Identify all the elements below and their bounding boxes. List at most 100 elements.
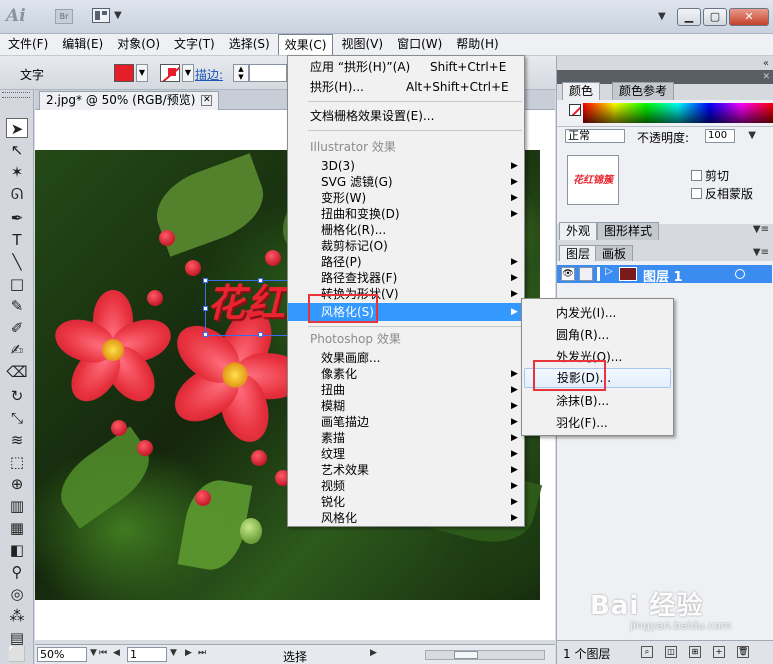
menu-item-artistic[interactable]: 艺术效果 ▶ — [288, 462, 524, 478]
menu-item-brush-strokes[interactable]: 画笔描边 ▶ — [288, 414, 524, 430]
menu-item-pixelate[interactable]: 像素化 ▶ — [288, 366, 524, 382]
workspace-dropdown-icon[interactable]: ▼ — [658, 11, 666, 22]
next-artboard-icon[interactable]: ▶ — [185, 648, 192, 658]
symbol-sprayer-tool-icon[interactable]: ⁂ — [6, 606, 28, 626]
opacity-dropdown-icon[interactable]: ▼ — [748, 130, 756, 141]
status-menu-icon[interactable]: ▶ — [370, 648, 377, 658]
menu-object[interactable]: 对象(O) — [111, 34, 166, 55]
layers-menu-icon[interactable]: ▼≡ — [753, 247, 769, 258]
zoom-field[interactable]: 50% — [37, 647, 87, 662]
last-artboard-icon[interactable]: ⏭ — [198, 648, 206, 658]
new-sublayer-icon[interactable]: ⊞ — [689, 646, 701, 658]
menu-item-effect-gallery[interactable]: 效果画廊... — [288, 350, 524, 366]
clip-checkbox[interactable]: 剪切 — [691, 167, 729, 184]
arrange-documents-icon[interactable] — [92, 8, 110, 23]
tools-grip[interactable] — [2, 92, 30, 98]
menu-select[interactable]: 选择(S) — [223, 34, 276, 55]
maximize-button[interactable]: ▢ — [703, 8, 727, 26]
rectangle-tool-icon[interactable]: □ — [6, 274, 28, 294]
menu-item-sharpen[interactable]: 锐化 ▶ — [288, 494, 524, 510]
blob-brush-tool-icon[interactable]: ✍ — [6, 340, 28, 360]
warp-tool-icon[interactable]: ≋ — [6, 430, 28, 450]
menu-apply-last-effect[interactable]: 应用 “拱形(H)”(A) Shift+Ctrl+E — [288, 59, 524, 75]
locate-object-icon[interactable]: ⌕ — [641, 646, 653, 658]
close-document-icon[interactable]: ✕ — [201, 95, 213, 106]
menu-item-rasterize[interactable]: 栅格化(R)... — [288, 222, 524, 238]
graph-tool-icon[interactable]: ▥ — [6, 496, 28, 516]
menu-type[interactable]: 文字(T) — [168, 34, 221, 55]
horizontal-scrollbar[interactable] — [425, 650, 545, 660]
menu-item-3d[interactable]: 3D(3) ▶ — [288, 158, 524, 174]
stroke-label[interactable]: 描边: — [195, 66, 223, 83]
menu-raster-settings[interactable]: 文档栅格效果设置(E)... — [288, 108, 524, 124]
first-artboard-icon[interactable]: ⏮ — [99, 648, 107, 658]
delete-layer-icon[interactable]: 🗑 — [737, 646, 749, 658]
fill-dropdown[interactable]: ▼ — [136, 64, 148, 82]
fill-swatch[interactable] — [114, 64, 134, 82]
eraser-tool-icon[interactable]: ⌫ — [6, 362, 28, 382]
menu-item-crop-marks[interactable]: 裁剪标记(O) — [288, 238, 524, 254]
invert-mask-checkbox[interactable]: 反相蒙版 — [691, 185, 753, 202]
layer-row[interactable]: 👁 ▷ 图层 1 — [557, 265, 772, 285]
close-button[interactable]: ✕ — [729, 8, 769, 26]
color-spectrum[interactable] — [583, 103, 773, 123]
stroke-weight-spinner[interactable]: ▲ ▼ — [233, 64, 249, 82]
submenu-inner-glow[interactable]: 内发光(I)... — [524, 303, 671, 323]
menu-edit[interactable]: 编辑(E) — [56, 34, 109, 55]
menu-last-effect[interactable]: 拱形(H)... Alt+Shift+Ctrl+E — [288, 79, 524, 95]
mesh-tool-icon[interactable]: ▦ — [6, 518, 28, 538]
menu-item-distort-transform[interactable]: 扭曲和变换(D) ▶ — [288, 206, 524, 222]
tab-appearance[interactable]: 外观 — [559, 222, 598, 240]
submenu-scribble[interactable]: 涂抹(B)... — [524, 391, 671, 411]
menu-effect[interactable]: 效果(C) — [277, 34, 334, 55]
menu-view[interactable]: 视图(V) — [335, 34, 389, 55]
appearance-menu-icon[interactable]: ▼≡ — [753, 224, 769, 235]
selection-tool-icon[interactable]: ➤ — [6, 118, 28, 138]
shape-builder-tool-icon[interactable]: ⊕ — [6, 474, 28, 494]
magic-wand-tool-icon[interactable]: ✶ — [6, 162, 28, 182]
clipping-mask-icon[interactable]: ◫ — [665, 646, 677, 658]
scale-tool-icon[interactable]: ⤡ — [6, 408, 28, 428]
pencil-tool-icon[interactable]: ✐ — [6, 318, 28, 338]
blend-tool-icon[interactable]: ◎ — [6, 584, 28, 604]
minimize-button[interactable]: ▁ — [677, 8, 701, 26]
stroke-weight-input[interactable] — [249, 64, 287, 82]
document-tab[interactable]: 2.jpg* @ 50% (RGB/预览) ✕ — [39, 91, 220, 110]
tab-color-guide[interactable]: 颜色参考 — [612, 82, 675, 100]
new-layer-icon[interactable]: + — [713, 646, 725, 658]
type-tool-icon[interactable]: T — [6, 230, 28, 250]
none-color-swatch[interactable] — [569, 104, 581, 116]
menu-item-video[interactable]: 视频 ▶ — [288, 478, 524, 494]
lock-toggle[interactable] — [579, 267, 593, 281]
blend-mode-select[interactable]: 正常 — [565, 129, 625, 143]
layer-name[interactable]: 图层 1 — [643, 266, 683, 285]
lasso-tool-icon[interactable]: ᘏ — [6, 184, 28, 204]
menu-item-texture[interactable]: 纹理 ▶ — [288, 446, 524, 462]
bridge-button[interactable]: Br — [55, 9, 73, 24]
menu-window[interactable]: 窗口(W) — [391, 34, 448, 55]
artboard-number-field[interactable]: 1 — [127, 647, 167, 662]
arrange-dropdown-icon[interactable]: ▼ — [114, 10, 122, 21]
line-tool-icon[interactable]: ╲ — [6, 252, 28, 272]
prev-artboard-icon[interactable]: ◀ — [113, 648, 120, 658]
pen-tool-icon[interactable]: ✒ — [6, 208, 28, 228]
free-transform-tool-icon[interactable]: ⬚ — [6, 452, 28, 472]
artboard-dropdown-icon[interactable]: ▼ — [170, 648, 177, 658]
gradient-tool-icon[interactable]: ◧ — [6, 540, 28, 560]
layer-target-icon[interactable] — [735, 269, 745, 279]
panel-collapse-icon[interactable]: « — [763, 58, 769, 69]
menu-item-blur[interactable]: 模糊 ▶ — [288, 398, 524, 414]
paintbrush-tool-icon[interactable]: ✎ — [6, 296, 28, 316]
eyedropper-tool-icon[interactable]: ⚲ — [6, 562, 28, 582]
eye-icon[interactable]: 👁 — [561, 267, 575, 281]
menu-item-ps-stylize[interactable]: 风格化 ▶ — [288, 510, 524, 526]
menu-item-warp[interactable]: 变形(W) ▶ — [288, 190, 524, 206]
menu-item-sketch[interactable]: 素描 ▶ — [288, 430, 524, 446]
menu-item-path[interactable]: 路径(P) ▶ — [288, 254, 524, 270]
submenu-feather[interactable]: 羽化(F)... — [524, 413, 671, 433]
opacity-input[interactable]: 100 — [705, 129, 735, 143]
tab-graphic-styles[interactable]: 图形样式 — [597, 222, 660, 240]
menu-help[interactable]: 帮助(H) — [450, 34, 504, 55]
rotate-tool-icon[interactable]: ↻ — [6, 386, 28, 406]
direct-selection-tool-icon[interactable]: ↖ — [6, 140, 28, 160]
